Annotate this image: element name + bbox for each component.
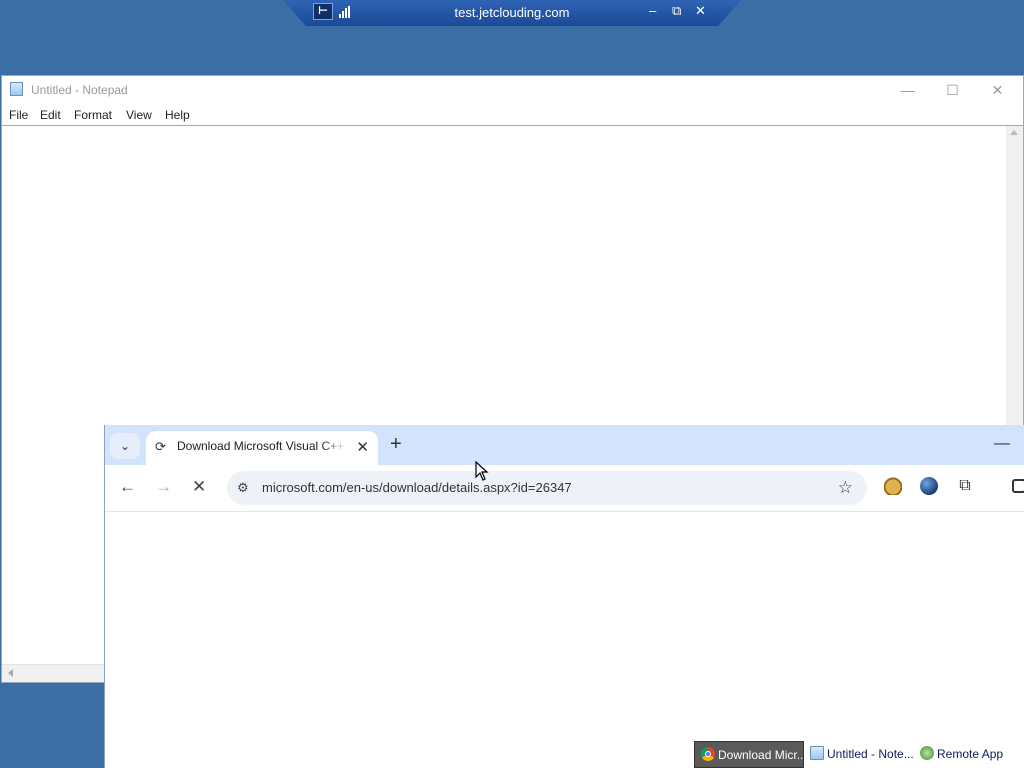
notepad-menubar: File Edit Format View Help	[2, 105, 1023, 125]
minimize-icon[interactable]: –	[649, 3, 656, 18]
new-tab-button[interactable]: +	[390, 434, 402, 454]
tab-strip: ⌄ ⟳ Download Microsoft Visual C++ ✕ + —	[105, 425, 1024, 465]
tab-title: Download Microsoft Visual C++	[177, 439, 345, 453]
minimize-button[interactable]: —	[994, 435, 1010, 453]
tab-close-icon[interactable]: ✕	[356, 438, 369, 456]
side-panel-icon[interactable]	[1012, 479, 1024, 493]
menu-file[interactable]: File	[9, 108, 28, 122]
forward-button[interactable]: →	[155, 477, 172, 497]
doge-extension-icon[interactable]	[884, 477, 902, 495]
stop-loading-button[interactable]: ✕	[192, 477, 206, 497]
notepad-titlebar[interactable]: Untitled - Notepad — ☐ ✕	[2, 76, 1023, 104]
taskbar-item-chrome[interactable]: Download Micr...	[694, 741, 804, 768]
back-button[interactable]: ←	[119, 477, 136, 497]
taskbar-item-notepad[interactable]: Untitled - Note...	[804, 741, 914, 768]
chrome-icon	[701, 747, 715, 761]
notepad-icon	[10, 82, 23, 96]
taskbar-item-label: Untitled - Note...	[827, 747, 914, 761]
scroll-up-icon[interactable]	[1010, 130, 1018, 135]
taskbar-item-label: Download Micr...	[718, 748, 804, 762]
url-text[interactable]: microsoft.com/en-us/download/details.asp…	[262, 480, 572, 495]
notepad-title: Untitled - Notepad	[31, 83, 128, 97]
chrome-window: ⌄ ⟳ Download Microsoft Visual C++ ✕ + — …	[104, 425, 1024, 768]
maximize-button[interactable]: ☐	[930, 79, 975, 101]
scroll-left-icon[interactable]	[8, 669, 13, 677]
loading-icon: ⟳	[155, 439, 166, 454]
address-bar[interactable]: ⚙ microsoft.com/en-us/download/details.a…	[227, 471, 867, 505]
menu-edit[interactable]: Edit	[40, 108, 61, 122]
menu-help[interactable]: Help	[165, 108, 190, 122]
taskbar-item-remote-app[interactable]: Remote App	[914, 741, 1024, 768]
page-content[interactable]	[105, 512, 1024, 768]
restore-icon[interactable]: ⧉	[672, 3, 681, 19]
taskbar: Download Micr... Untitled - Note... Remo…	[694, 741, 1024, 768]
bookmark-star-icon[interactable]: ☆	[838, 478, 853, 498]
globe-extension-icon[interactable]	[920, 477, 938, 495]
puzzle-extensions-icon[interactable]: ⧉	[956, 477, 974, 495]
taskbar-item-label: Remote App	[937, 747, 1004, 761]
tab-search-button[interactable]: ⌄	[110, 433, 140, 459]
tab-download-visual-cpp[interactable]: ⟳ Download Microsoft Visual C++ ✕	[146, 431, 378, 465]
site-info-icon[interactable]: ⚙	[237, 480, 249, 496]
close-icon[interactable]: ✕	[695, 3, 706, 19]
browser-toolbar: ← → ✕ ⚙ microsoft.com/en-us/download/det…	[105, 465, 1024, 512]
remote-session-bar: ⊢ test.jetclouding.com – ⧉ ✕	[283, 0, 741, 26]
notepad-icon	[810, 746, 824, 760]
close-button[interactable]: ✕	[975, 79, 1020, 101]
minimize-button[interactable]: —	[885, 79, 930, 101]
remote-app-icon	[920, 746, 934, 760]
menu-format[interactable]: Format	[74, 108, 112, 122]
menu-view[interactable]: View	[126, 108, 152, 122]
